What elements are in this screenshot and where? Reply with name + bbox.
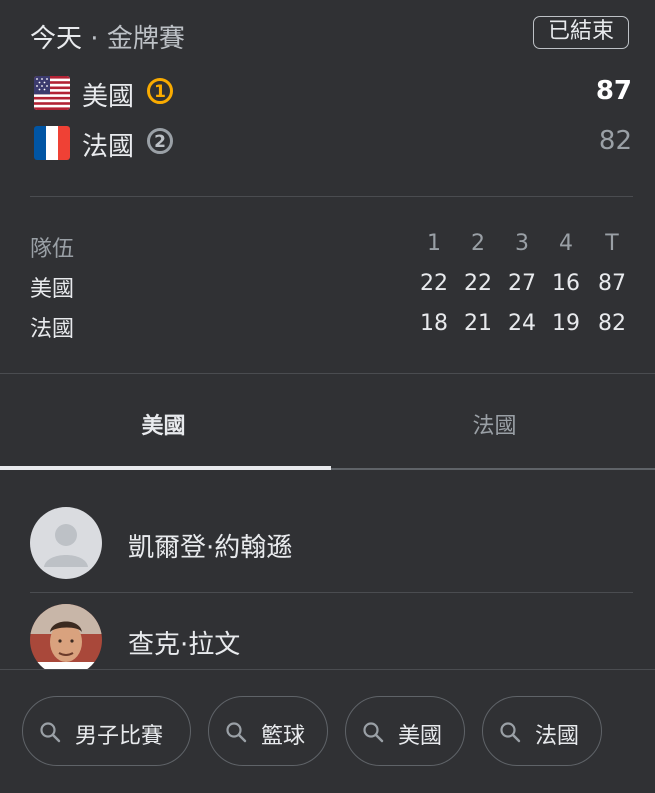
chip-label: 籃球 [261,724,306,749]
box-score-header: 隊伍 1 2 3 4 T [30,231,630,262]
box-score-label: 隊伍 [30,237,75,262]
us-flag-icon [34,76,70,110]
divider [30,592,633,593]
total-header: T [605,231,619,256]
team-row-france[interactable]: 法國 2 82 [34,124,634,164]
search-icon [40,722,61,743]
game-card: 今天 · 金牌賽 已結束 美國 1 87 法國 2 82 隊伍 1 2 3 4 … [0,0,655,793]
player-name: 凱爾登·約翰遜 [128,533,293,563]
search-icon [226,722,247,743]
rank-silver-badge: 2 [147,128,173,154]
avatar [30,507,102,579]
chip-france[interactable]: 法國 [482,696,602,766]
avatar [30,604,102,676]
total-score: 82 [598,311,626,336]
header-separator: · [82,24,107,54]
team-score: 82 [598,126,632,156]
team-row-usa[interactable]: 美國 1 87 [34,74,634,114]
quarter-2-score: 21 [464,311,492,336]
chip-usa[interactable]: 美國 [345,696,465,766]
quarter-1-header: 1 [427,231,441,256]
quarter-1-score: 22 [420,271,448,296]
chip-label: 美國 [398,724,443,749]
tab-indicator [0,466,331,470]
divider [30,196,633,197]
status-badge: 已結束 [533,16,629,49]
quarter-1-score: 18 [420,311,448,336]
search-icon [500,722,521,743]
team-score: 87 [595,76,632,106]
quarter-2-score: 22 [464,271,492,296]
chip-basketball[interactable]: 籃球 [208,696,328,766]
quarter-3-score: 24 [508,311,536,336]
quarter-3-score: 27 [508,271,536,296]
chip-mens-games[interactable]: 男子比賽 [22,696,191,766]
box-score-team: 美國 [30,277,75,302]
game-day: 今天 [30,24,83,54]
team-name: 美國 [82,82,135,112]
chip-label: 男子比賽 [75,724,164,749]
game-event: 金牌賽 [106,24,185,54]
game-header: 今天 · 金牌賽 [30,18,185,55]
quarter-3-header: 3 [515,231,529,256]
tab-usa[interactable]: 美國 [0,408,327,440]
box-score-row: 法國 18 21 24 19 82 [30,311,630,342]
player-name: 查克·拉文 [128,630,241,660]
search-icon [363,722,384,743]
box-score-row: 美國 22 22 27 16 87 [30,271,630,302]
quarter-4-score: 19 [552,311,580,336]
total-score: 87 [598,271,626,296]
chip-label: 法國 [535,724,580,749]
quarter-4-header: 4 [559,231,573,256]
box-score-team: 法國 [30,317,75,342]
player-row[interactable]: 凱爾登·約翰遜 [30,507,633,583]
france-flag-icon [34,126,70,160]
team-name: 法國 [82,132,135,162]
rank-gold-badge: 1 [147,78,173,104]
tab-france[interactable]: 法國 [331,408,655,440]
related-search-bar: 男子比賽 籃球 美國 法國 [0,670,655,793]
quarter-4-score: 16 [552,271,580,296]
tab-baseline [331,468,655,470]
quarter-2-header: 2 [471,231,485,256]
divider [0,373,655,374]
